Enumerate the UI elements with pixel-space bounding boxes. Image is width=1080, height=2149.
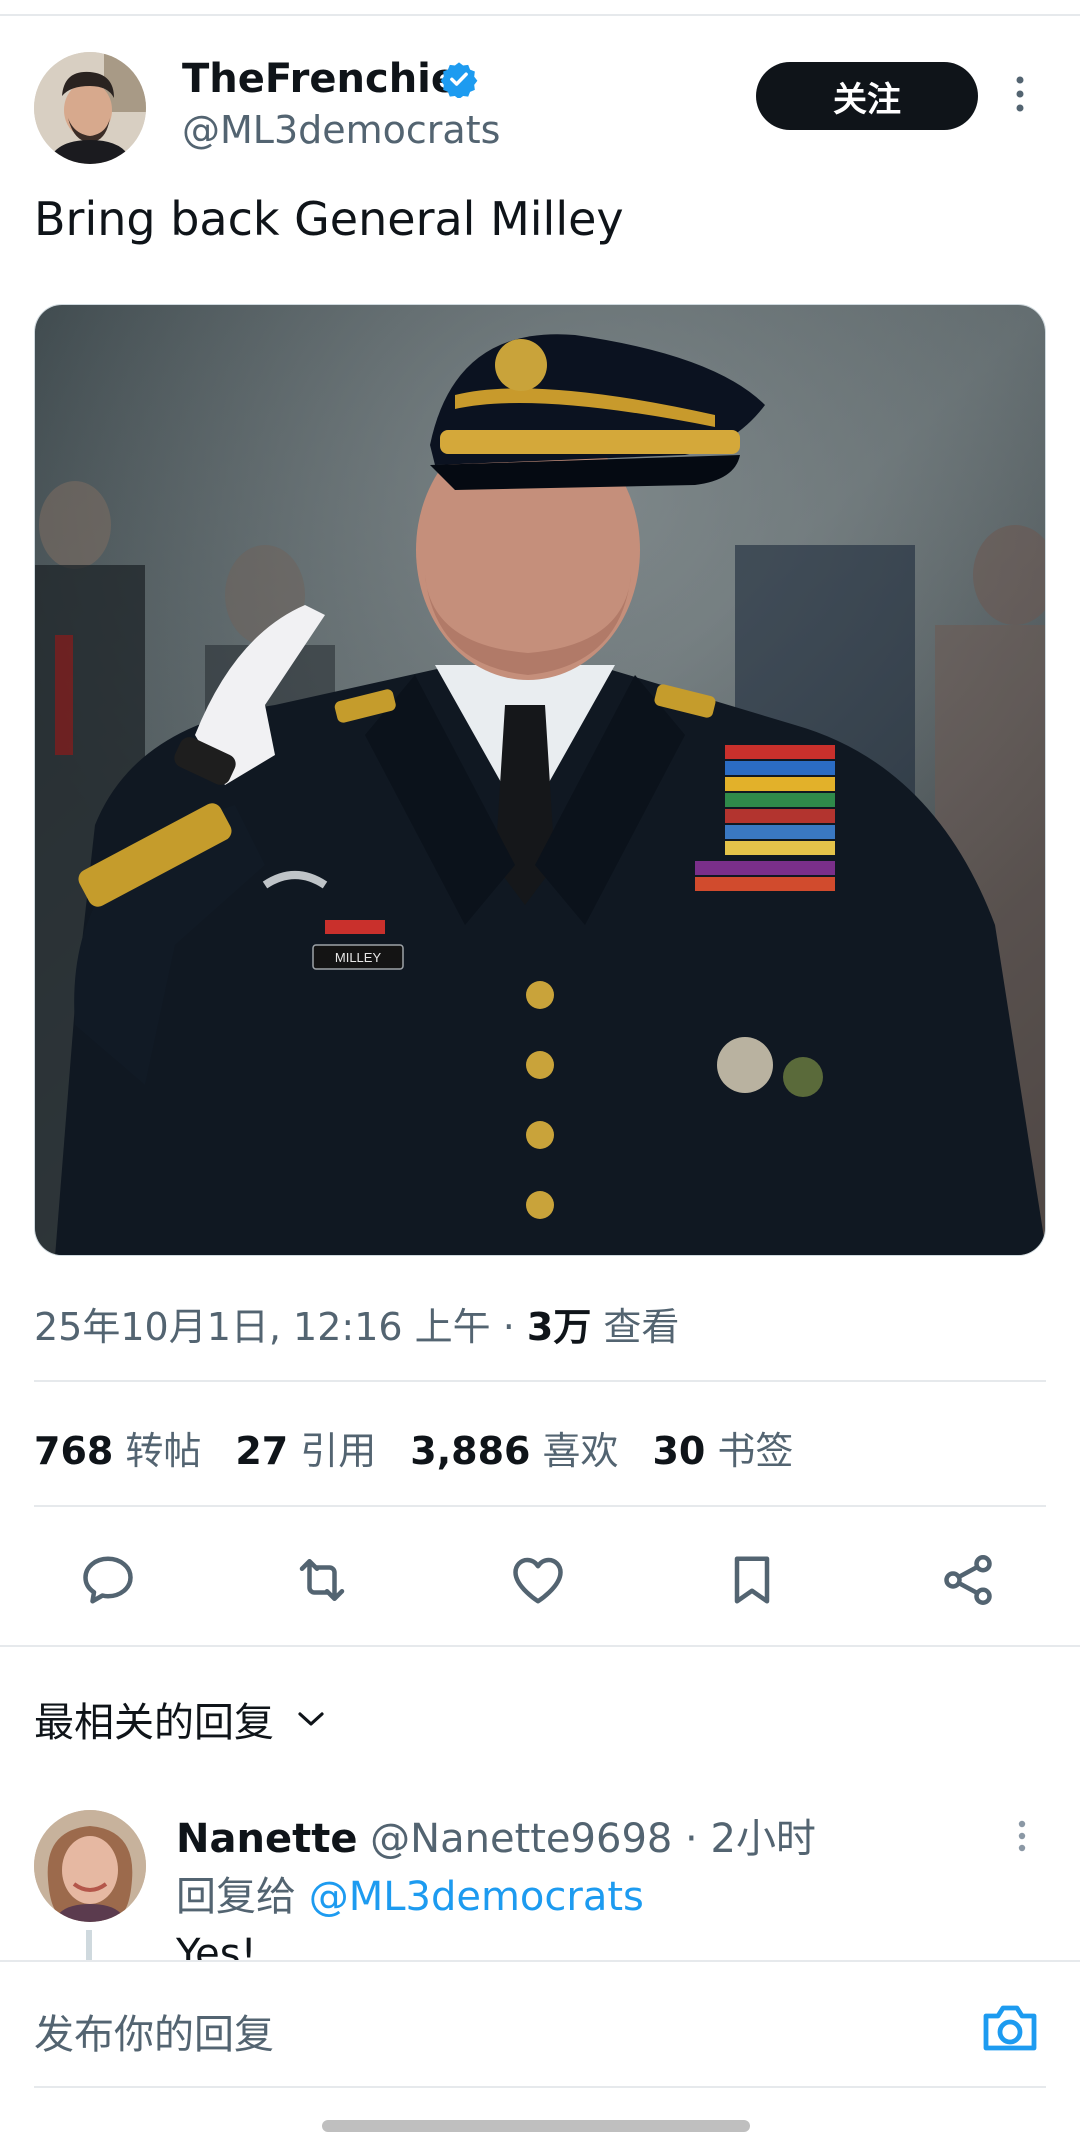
reply-author-name[interactable]: Nanette [176, 1816, 357, 1862]
reply-to-line: 回复给 @ML3democrats [176, 1864, 644, 1922]
like-icon[interactable] [508, 1550, 568, 1610]
tweet-photo[interactable]: MILLEY [34, 304, 1046, 1256]
reply-more-icon[interactable] [1010, 1816, 1034, 1856]
divider [34, 1505, 1046, 1507]
reply-sort-label: 最相关的回复 [34, 1700, 274, 1746]
reply-sort-dropdown[interactable]: 最相关的回复 [34, 1690, 326, 1748]
follow-button[interactable]: 关注 [756, 62, 978, 130]
camera-icon[interactable] [980, 2000, 1040, 2056]
reply-composer: 发布你的回复 [0, 1960, 1080, 2100]
views-label: 查看 [591, 1305, 680, 1349]
verified-badge-icon [440, 62, 478, 98]
more-options-icon[interactable] [1006, 72, 1034, 116]
divider [0, 1645, 1080, 1647]
reply-input[interactable]: 发布你的回复 [34, 2002, 274, 2060]
reply-author-handle[interactable]: @Nanette9698 [370, 1816, 672, 1862]
reply-header: Nanette @Nanette9698 · 2小时 [176, 1806, 816, 1864]
home-indicator[interactable] [322, 2120, 750, 2132]
engagement-stats: 768 转帖 27 引用 3,886 喜欢 30 书签 [34, 1420, 827, 1475]
meta-separator: · [490, 1305, 527, 1349]
composer-divider [34, 2086, 1046, 2088]
chevron-down-icon [298, 1712, 324, 1726]
retweet-icon[interactable] [292, 1550, 352, 1610]
author-name[interactable]: TheFrenchie [182, 56, 458, 102]
reply-icon[interactable] [78, 1550, 138, 1610]
views-count: 3万 [526, 1305, 592, 1349]
reply-time: · 2小时 [672, 1816, 816, 1862]
stat-quotes[interactable]: 27 引用 [235, 1420, 376, 1475]
bookmark-icon[interactable] [722, 1550, 782, 1610]
author-avatar[interactable] [34, 52, 146, 164]
stat-likes[interactable]: 3,886 喜欢 [410, 1420, 618, 1475]
divider [34, 1380, 1046, 1382]
action-bar [0, 1540, 1080, 1620]
name-tag-text: MILLEY [335, 950, 382, 965]
reply-text: Yes! [176, 1931, 257, 1964]
stat-reposts[interactable]: 768 转帖 [34, 1420, 201, 1475]
reply-to-prefix: 回复给 [176, 1874, 309, 1920]
reply-avatar[interactable] [34, 1810, 146, 1922]
tweet-meta: 25年10月1日, 12:16 上午 · 3万 查看 [34, 1296, 679, 1351]
stat-bookmarks[interactable]: 30 书签 [652, 1420, 793, 1475]
tweet-text: Bring back General Milley [34, 192, 624, 246]
tweet-timestamp[interactable]: 25年10月1日, 12:16 上午 [34, 1305, 491, 1349]
reply-to-link[interactable]: @ML3democrats [309, 1874, 644, 1920]
top-divider [0, 14, 1080, 16]
share-icon[interactable] [938, 1550, 998, 1610]
author-handle[interactable]: @ML3democrats [182, 108, 500, 152]
